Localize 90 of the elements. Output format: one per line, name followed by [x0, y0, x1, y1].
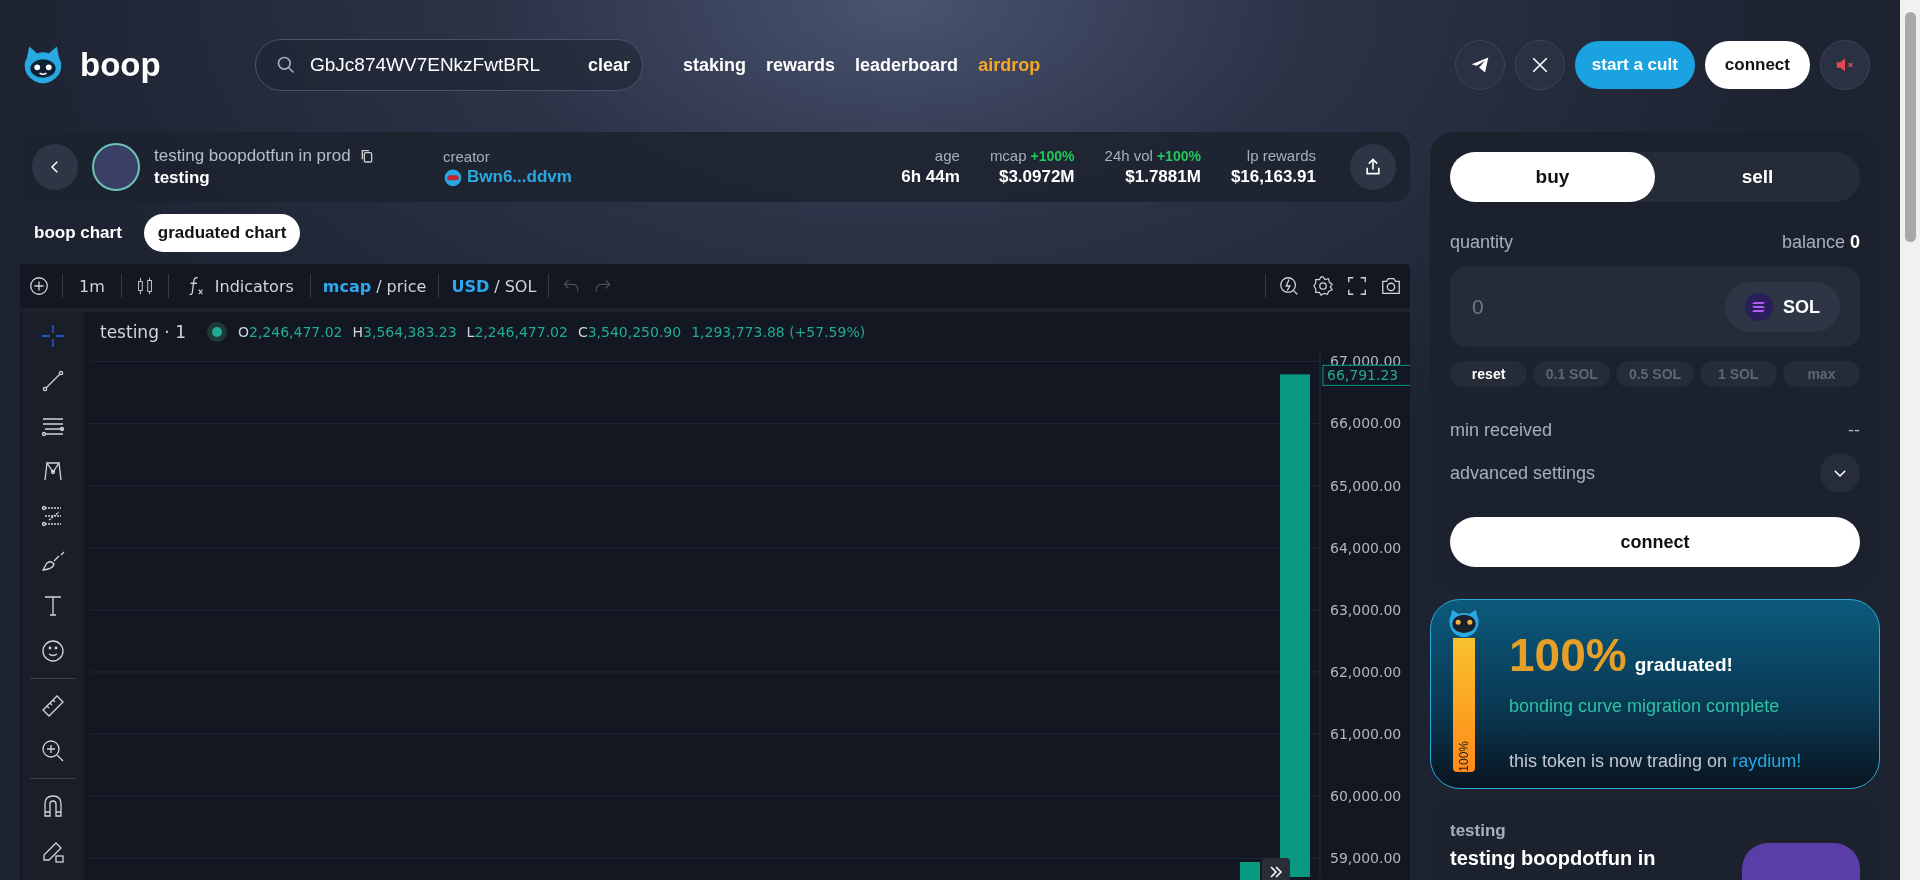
ohlc-key: O	[237, 324, 249, 340]
chart-tab[interactable]: boop chart	[20, 214, 136, 252]
toggle-option[interactable]: USD	[451, 276, 490, 296]
trading-note: this token is now trading on raydium!	[1509, 751, 1802, 772]
x-button[interactable]	[1514, 40, 1565, 90]
sound-button[interactable]	[1820, 40, 1870, 90]
scrollbar[interactable]	[1900, 0, 1920, 880]
stat-value: $16,163.91	[1230, 167, 1316, 187]
cat-face-icon	[1447, 608, 1481, 638]
graduated-percent: 100%	[1509, 628, 1627, 682]
axis-tick-label: 63,000.00	[1330, 601, 1402, 618]
creator-link[interactable]: Bwn6...ddvm	[467, 166, 572, 187]
stat-label: 24h vol	[1104, 147, 1153, 164]
sol-logo-icon	[1745, 293, 1773, 321]
x-logo-icon	[1530, 56, 1549, 74]
search-field[interactable]: GbJc874WV7ENkzFwtBRL clear	[255, 39, 643, 91]
axis-tick-label: 66,000.00	[1330, 415, 1402, 432]
ohlc-value: 2,246,477.02	[474, 324, 568, 340]
progress-label: 100%	[1457, 740, 1471, 772]
stat-value: 6h 44m	[901, 167, 960, 187]
min-received-label: min received	[1450, 419, 1553, 441]
indicators-button[interactable]: Indicators	[180, 275, 298, 297]
scroll-right-button[interactable]	[1262, 858, 1290, 880]
settings-icon[interactable]	[1312, 275, 1334, 297]
token-avatar	[92, 143, 140, 191]
double-chevron-right-icon	[1268, 864, 1284, 880]
connect-wallet-button[interactable]: connect	[1450, 517, 1860, 567]
stat-label: mcap	[989, 147, 1027, 164]
connect-button[interactable]: connect	[1704, 41, 1810, 89]
add-icon[interactable]	[28, 275, 50, 297]
quantity-label: quantity	[1450, 232, 1514, 253]
trade-tab[interactable]: sell	[1655, 152, 1860, 202]
search-icon	[276, 55, 296, 75]
nav-link[interactable]: rewards	[766, 54, 836, 76]
migration-status: bonding curve migration complete	[1509, 696, 1781, 717]
balance-label: balance 0	[1781, 232, 1860, 253]
logo-text[interactable]: boop	[80, 46, 161, 84]
token-name: testing boopdotfun in prod	[154, 146, 351, 166]
price-change: 1,293,773.88 (+57.59%)	[691, 324, 866, 340]
separator-slash: /	[494, 276, 500, 296]
token-card-ticker: testing	[1450, 821, 1507, 841]
fullscreen-icon[interactable]	[1346, 275, 1368, 297]
telegram-button[interactable]	[1454, 40, 1505, 90]
toggle-option[interactable]: price	[386, 276, 427, 296]
camera-icon[interactable]	[1380, 275, 1402, 297]
token-ticker: testing	[154, 168, 211, 188]
axis-tick-label: 61,000.00	[1330, 726, 1402, 743]
toggle-option[interactable]: SOL	[504, 276, 537, 296]
axis-tick-label: 62,000.00	[1330, 663, 1402, 680]
status-dot-icon	[205, 321, 228, 343]
ohlc-value: 3,540,250.90	[587, 324, 682, 340]
advanced-settings-label: advanced settings	[1450, 462, 1596, 484]
axis-tick-label: 65,000.00	[1330, 477, 1402, 494]
trade-tab[interactable]: buy	[1450, 152, 1655, 202]
ohlc-key: C	[577, 324, 588, 340]
axis-tick-label: 64,000.00	[1330, 539, 1402, 556]
axis-tick-label: 59,000.00	[1330, 850, 1402, 867]
ohlc-value: 2,246,477.02	[249, 324, 343, 340]
toggle-option[interactable]: mcap	[322, 276, 372, 296]
ohlc-key: H	[352, 324, 364, 340]
creator-label: creator	[443, 147, 491, 165]
stat-change: +100%	[1156, 148, 1201, 164]
axis-tick-label: 60,000.00	[1330, 788, 1402, 805]
graduated-title: graduated!	[1634, 654, 1733, 676]
raydium-link[interactable]: raydium!	[1732, 751, 1802, 771]
currency-button[interactable]: SOL	[1725, 282, 1840, 332]
stat-label: lp rewards	[1246, 147, 1316, 164]
stat-value: $3.0972M	[998, 167, 1075, 187]
stat-value: $1.7881M	[1125, 167, 1201, 187]
lightning-search-icon[interactable]	[1278, 275, 1300, 297]
volume-bar	[1240, 862, 1260, 880]
clear-button[interactable]: clear	[587, 54, 630, 76]
share-button[interactable]	[1350, 144, 1396, 190]
preset-button[interactable]: reset	[1450, 361, 1528, 387]
nav-link[interactable]: staking	[683, 54, 747, 76]
nav-link[interactable]: leaderboard	[855, 54, 959, 76]
last-price-label: 66,791.23	[1322, 364, 1410, 386]
series-title: testing · 1	[100, 322, 186, 342]
nav-link[interactable]: airdrop	[978, 54, 1041, 76]
stat-label: age	[934, 147, 960, 164]
token-card-name: testing boopdotfun in	[1450, 847, 1656, 870]
ohlc-value: 3,564,383.23	[363, 324, 457, 340]
share-icon	[1363, 157, 1383, 177]
ohlc-key: L	[466, 324, 475, 340]
min-received-value: --	[1848, 419, 1860, 441]
amount-field[interactable]: 0 SOL	[1450, 267, 1860, 347]
separator-slash: /	[376, 276, 382, 296]
chart-tab[interactable]: graduated chart	[143, 214, 301, 252]
interval-button[interactable]: 1m	[75, 276, 109, 296]
stat-change: +100%	[1030, 148, 1075, 164]
